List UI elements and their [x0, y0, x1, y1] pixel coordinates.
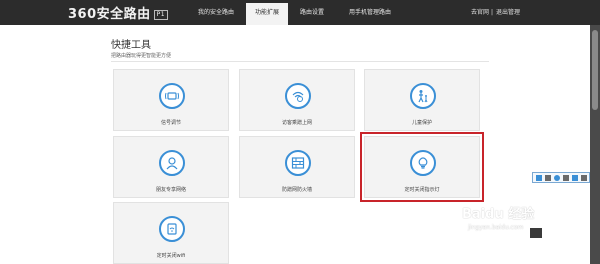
logo-text: 360安全路由	[68, 7, 151, 22]
tool-label: 定时关闭wifi	[156, 253, 186, 259]
tool-label: 儿童保护	[411, 120, 432, 126]
friend-network-icon	[159, 150, 185, 176]
official-site-link[interactable]: 去官网	[471, 0, 489, 25]
tool-label: 访客乘蹭上网	[281, 120, 312, 126]
logo: 360安全路由 P1	[68, 3, 169, 22]
watermark-brand: Baidu 经验	[462, 207, 535, 222]
tool-signal-adjust[interactable]: 信号调节	[113, 69, 229, 131]
moon-icon[interactable]	[554, 175, 560, 181]
tab-router-settings[interactable]: 路由设置	[288, 0, 336, 25]
tab-mobile-manage[interactable]: 用手机管理路由	[336, 0, 404, 25]
corner-widget	[530, 228, 542, 238]
tool-label: 朋友专享网络	[155, 187, 186, 193]
section-subtitle: 把路由器玩得更智能更方便	[111, 53, 172, 59]
section-title: 快捷工具	[111, 40, 151, 51]
tool-label: 信号调节	[160, 120, 181, 126]
tool-child-protect[interactable]: 儿童保护	[364, 69, 480, 131]
punctuation-icon[interactable]	[563, 175, 569, 181]
tool-friend-network[interactable]: 朋友专享网络	[113, 136, 229, 198]
keyboard-icon[interactable]	[572, 175, 578, 181]
visitor-wifi-icon	[285, 83, 311, 109]
language-icon[interactable]	[545, 175, 551, 181]
signal-icon	[159, 83, 185, 109]
logout-link[interactable]: 退出管理	[496, 0, 520, 25]
tab-feature-extension[interactable]: 功能扩展	[246, 3, 288, 25]
model-badge: P1	[153, 10, 169, 20]
floating-toolbar[interactable]	[532, 172, 590, 183]
light-bulb-icon	[410, 150, 436, 176]
settings-icon[interactable]	[581, 175, 587, 181]
top-navigation-bar: 360安全路由 P1 我的安全路由 功能扩展 路由设置 用手机管理路由 去官网 |…	[0, 0, 600, 25]
tab-my-router[interactable]: 我的安全路由	[186, 0, 246, 25]
tool-label: 防蹭网防火墙	[281, 187, 312, 193]
tool-timed-wifi-off[interactable]: 定时关闭wifi	[113, 202, 229, 264]
tool-timed-indicator-light[interactable]: 定时关闭指示灯	[360, 132, 484, 202]
watermark-url: jingyan.baidu.com	[468, 224, 524, 231]
link-separator: |	[491, 9, 494, 16]
tool-label: 定时关闭指示灯	[404, 187, 440, 193]
tool-visitor-wifi[interactable]: 访客乘蹭上网	[239, 69, 355, 131]
grid-icon[interactable]	[536, 175, 542, 181]
child-protect-icon	[410, 83, 436, 109]
section-divider	[111, 61, 489, 62]
tool-firewall[interactable]: 防蹭网防火墙	[239, 136, 355, 198]
scrollbar-thumb[interactable]	[592, 30, 598, 110]
wifi-timer-icon	[159, 216, 185, 242]
firewall-icon	[285, 150, 311, 176]
